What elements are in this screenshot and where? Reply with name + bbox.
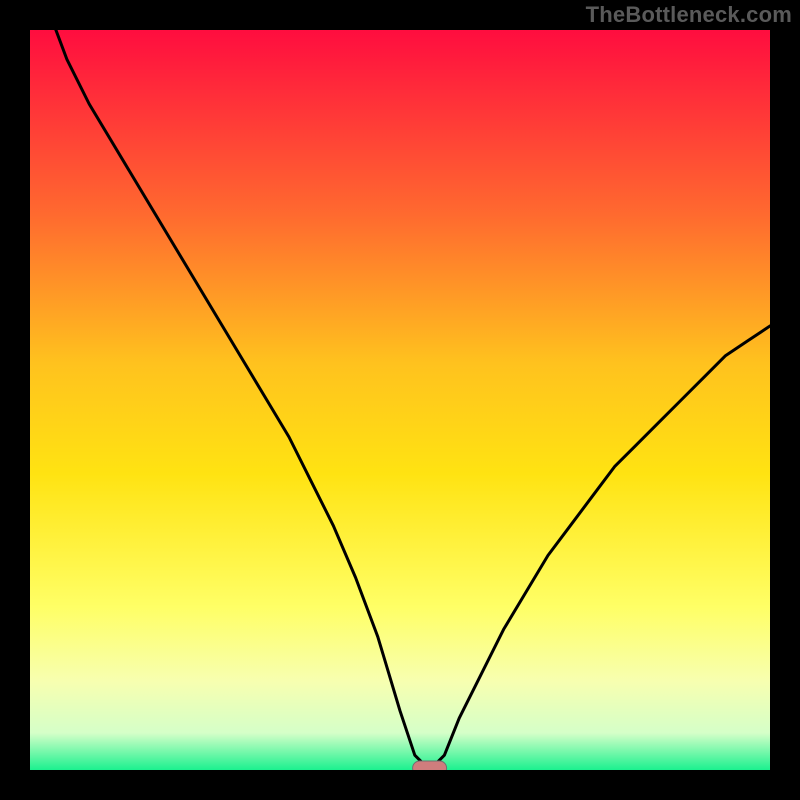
gradient-background <box>30 30 770 770</box>
plot-area <box>30 30 770 770</box>
min-marker <box>413 761 447 770</box>
watermark-label: TheBottleneck.com <box>586 2 792 28</box>
chart-frame: TheBottleneck.com <box>0 0 800 800</box>
bottleneck-chart <box>30 30 770 770</box>
